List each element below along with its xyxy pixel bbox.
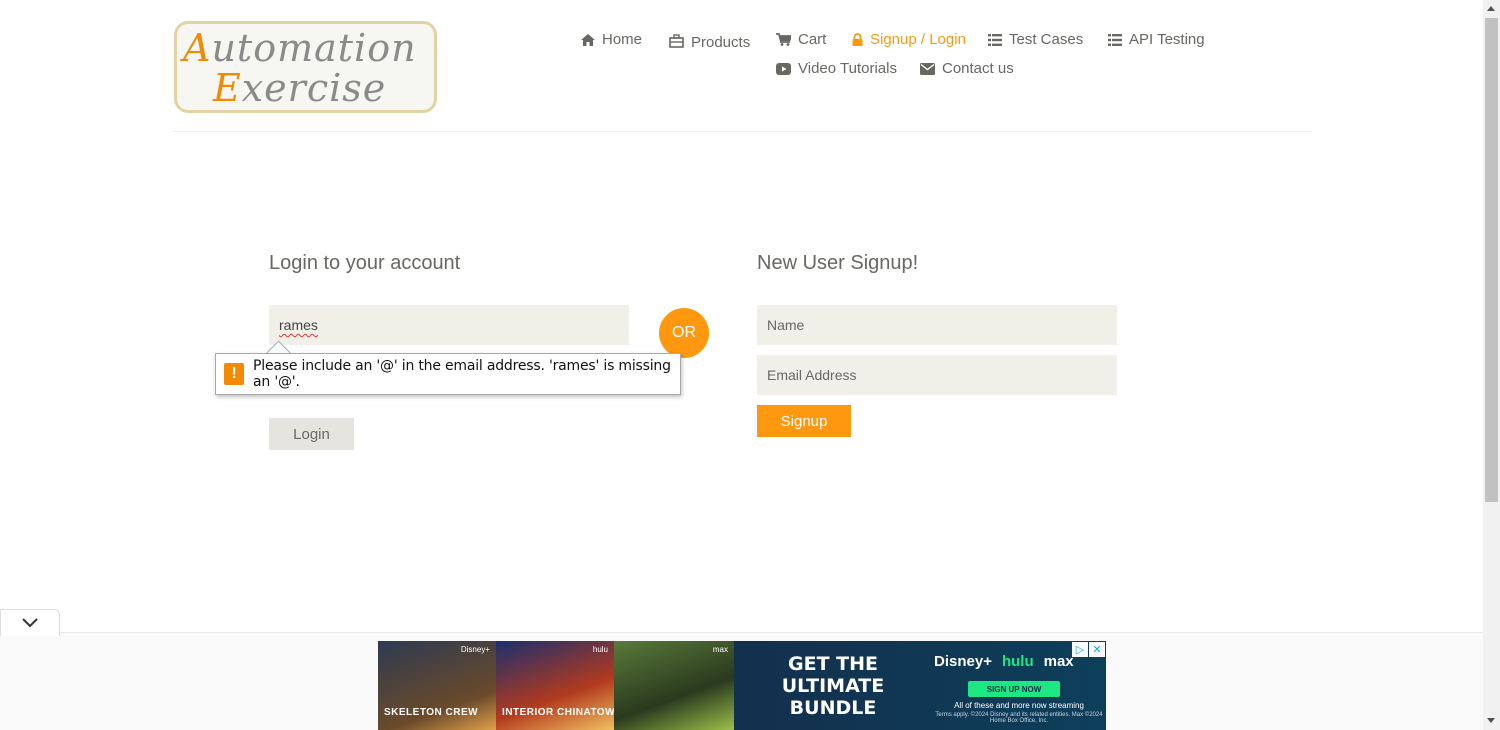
logo-line-2: Exercise [213, 66, 386, 110]
ad-poster-2-title: INTERIOR CHINATOWN [502, 707, 623, 718]
list-icon [988, 33, 1002, 46]
ad-fine-print-text: All of these and more now streaming [954, 701, 1084, 710]
ad-brand-disney: Disney+ [934, 653, 992, 670]
ad-choices-icon[interactable]: ▷ [1072, 642, 1088, 657]
ad-fine-print: All of these and more now streaming Term… [934, 701, 1104, 724]
signup-name-input[interactable]: Name [757, 305, 1117, 345]
ad-poster-2: hulu INTERIOR CHINATOWN [496, 641, 622, 730]
nav-api-testing-label: API Testing [1129, 31, 1205, 48]
scrollbar-thumb[interactable] [1485, 18, 1498, 502]
chevron-down-icon [22, 618, 38, 628]
site-logo[interactable]: Automation Exercise [174, 21, 437, 113]
ad-poster-2-brand: hulu [592, 645, 608, 654]
ad-brand-hulu: hulu [1001, 653, 1034, 670]
logo-text-1: utomation [211, 26, 417, 70]
warning-icon: ! [224, 363, 245, 385]
page-scrollbar[interactable] [1483, 0, 1500, 730]
nav-signup-login[interactable]: Signup / Login [852, 31, 966, 48]
envelope-icon [920, 62, 935, 75]
ad-controls: ▷ ✕ [1072, 642, 1105, 657]
products-icon [669, 34, 684, 48]
youtube-icon [776, 62, 791, 75]
nav-test-cases[interactable]: Test Cases [988, 31, 1083, 48]
nav-video-tutorials[interactable]: Video Tutorials [776, 60, 897, 77]
login-button[interactable]: Login [269, 418, 354, 450]
logo-cap-a: A [183, 26, 212, 70]
login-title: Login to your account [269, 252, 461, 274]
ad-poster-3-brand: max [712, 645, 728, 654]
scroll-down-arrow-icon[interactable] [1487, 718, 1495, 723]
signup-name-placeholder: Name [767, 317, 805, 333]
home-icon [581, 33, 595, 46]
nav-contact-us-label: Contact us [942, 60, 1014, 77]
nav-products[interactable]: Products [669, 31, 750, 51]
ad-close-icon[interactable]: ✕ [1089, 642, 1105, 657]
signup-button[interactable]: Signup [757, 405, 851, 437]
logo-cap-e: E [213, 66, 242, 110]
ad-cta-button[interactable]: SIGN UP NOW [968, 681, 1060, 697]
nav-cart-label: Cart [798, 31, 827, 48]
ad-poster-1-brand: Disney+ [460, 645, 490, 654]
cart-icon [776, 33, 791, 46]
header-divider [172, 131, 1312, 132]
ad-poster-3: max [614, 641, 734, 730]
ad-poster-1: Disney+ SKELETON CREW [378, 641, 496, 730]
nav-home-label: Home [602, 31, 643, 48]
page: Automation Exercise Home Products Cart S… [0, 0, 1483, 730]
scroll-up-arrow-icon[interactable] [1487, 6, 1495, 11]
login-email-value: rames [279, 317, 318, 333]
signup-email-input[interactable]: Email Address [757, 355, 1117, 395]
signup-title: New User Signup! [757, 252, 919, 274]
nav-api-testing[interactable]: API Testing [1108, 31, 1205, 48]
ad-brand-max: max [1043, 653, 1074, 670]
login-email-input[interactable]: rames [269, 305, 629, 345]
validation-message: Please include an '@' in the email addre… [253, 358, 671, 390]
signup-email-placeholder: Email Address [767, 367, 857, 383]
nav-video-tutorials-label: Video Tutorials [798, 60, 897, 77]
logo-line-1: Automation [183, 26, 417, 70]
ad-collapse-button[interactable] [0, 609, 60, 636]
nav-cart[interactable]: Cart [776, 31, 826, 48]
or-separator: OR [659, 308, 709, 358]
nav-products-label: Products [691, 34, 751, 51]
nav-contact-us[interactable]: Contact us [920, 60, 1014, 77]
ad-legal-text: Terms apply. ©2024 Disney and its relate… [935, 712, 1103, 724]
logo-text-2: xercise [241, 66, 387, 110]
ad-brands: Disney+ hulu max [934, 653, 1074, 670]
nav-signup-login-label: Signup / Login [870, 31, 966, 48]
validation-tooltip: ! Please include an '@' in the email add… [215, 353, 681, 395]
lock-icon [852, 33, 863, 46]
nav-test-cases-label: Test Cases [1009, 31, 1084, 48]
nav-home[interactable]: Home [581, 31, 642, 48]
list-icon [1108, 33, 1122, 46]
ad-headline: GET THE ULTIMATE BUNDLE [781, 653, 885, 719]
ad-poster-1-title: SKELETON CREW [384, 707, 479, 718]
ad-banner[interactable]: Disney+ SKELETON CREW hulu INTERIOR CHIN… [378, 641, 1106, 730]
